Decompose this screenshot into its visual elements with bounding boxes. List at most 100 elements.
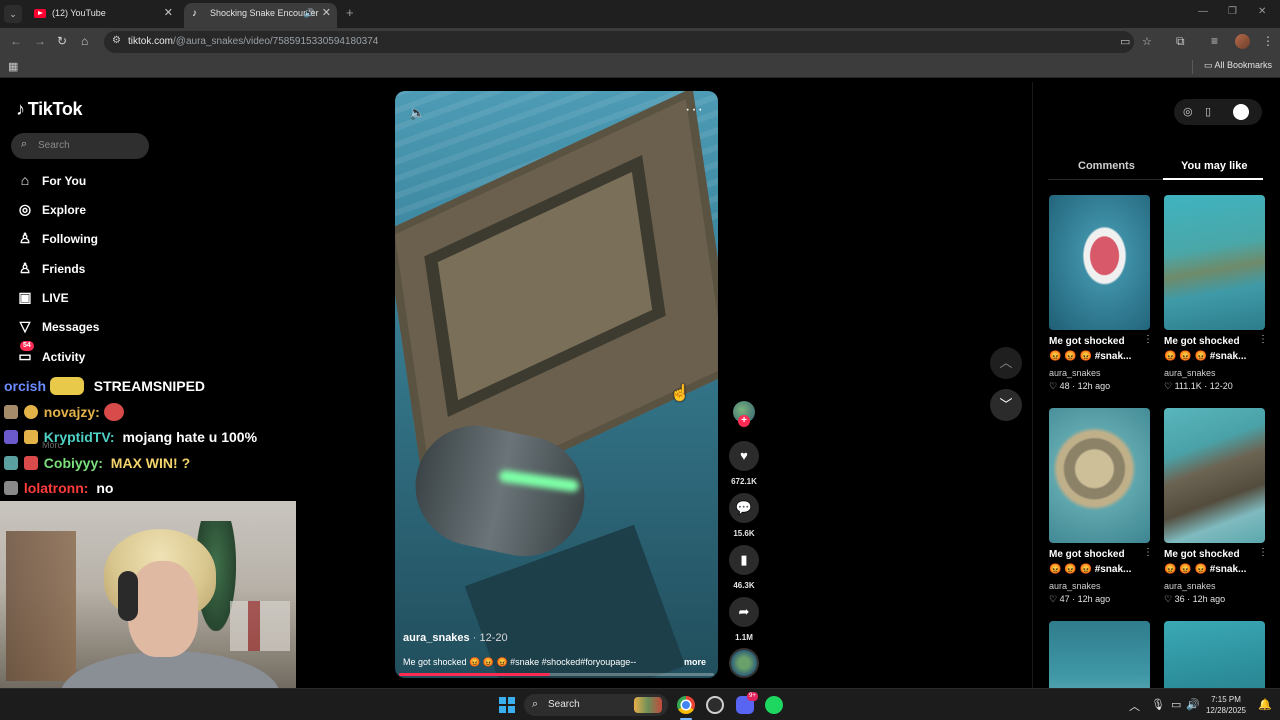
microphone-icon[interactable]: 🎙 — [1151, 698, 1165, 711]
taskbar-search-label: Search — [548, 699, 580, 710]
music-disc-icon[interactable] — [729, 648, 759, 678]
windows-start-icon[interactable] — [499, 697, 515, 713]
follow-plus-icon[interactable]: + — [738, 415, 750, 427]
reload-icon[interactable]: ↻ — [57, 34, 67, 48]
chevron-up-icon[interactable]: ︿ — [1129, 698, 1140, 714]
user-badge-icon — [23, 430, 38, 444]
webcam-streamer-face — [128, 561, 198, 657]
video-progress-bar[interactable] — [399, 673, 714, 676]
following-icon: ♙ — [18, 230, 32, 246]
card-more-icon[interactable]: ⋮ — [1258, 334, 1268, 345]
bookmark-star-icon[interactable]: ☆ — [1142, 35, 1152, 48]
system-clock[interactable]: 7:15 PM 12/28/2025 — [1200, 694, 1252, 716]
nav-item-following[interactable]: ♙ Following — [16, 229, 176, 249]
user-badge-icon — [4, 405, 18, 419]
live-icon: ▣ — [18, 289, 32, 305]
active-tab-indicator — [1163, 178, 1263, 180]
chat-message: novajzy: — [4, 403, 130, 425]
tab-comments[interactable]: Comments — [1078, 160, 1135, 172]
chat-username: orcish — [4, 378, 47, 394]
next-video-button[interactable]: ﹀ — [990, 389, 1022, 421]
video-thumbnail — [1049, 195, 1150, 330]
theme-toggle[interactable] — [1233, 104, 1249, 120]
card-more-icon[interactable]: ⋮ — [1143, 547, 1153, 558]
browser-tab-strip: ⌄ (12) YouTube ✕ ♪ Shocking Snake Encoun… — [0, 0, 1280, 28]
notification-bell-icon[interactable]: 🔔 — [1258, 698, 1272, 711]
save-button[interactable]: ▮ — [729, 545, 759, 575]
volume-icon[interactable]: 🔈 — [409, 105, 425, 121]
minimize-icon[interactable]: — — [1198, 6, 1208, 17]
all-bookmarks-button[interactable]: ▭ All Bookmarks — [1204, 60, 1272, 71]
card-author: aura_snakes — [1049, 581, 1101, 591]
video-thumbnail — [1164, 621, 1265, 688]
phone-icon[interactable]: ▯ — [1205, 105, 1211, 118]
share-count: 1.1M — [735, 633, 753, 642]
close-window-icon[interactable]: ✕ — [1258, 6, 1266, 17]
cast-icon[interactable]: ▭ — [1120, 35, 1130, 48]
profile-avatar[interactable] — [1235, 34, 1250, 49]
more-options-icon[interactable]: ··· — [685, 101, 704, 119]
nav-item-live[interactable]: ▣ LIVE — [16, 288, 176, 308]
network-icon[interactable]: ▭ — [1171, 698, 1181, 711]
suggested-video-card[interactable] — [1049, 621, 1151, 688]
tab-search-chevron-icon[interactable]: ⌄ — [4, 5, 22, 23]
heart-outline-icon: ♡ — [1049, 381, 1060, 391]
suggested-video-card[interactable] — [1164, 621, 1266, 688]
compass-icon[interactable]: ◎ — [1183, 105, 1193, 118]
volume-icon[interactable]: 🔊 — [1186, 698, 1200, 711]
previous-video-button[interactable]: ︿ — [990, 347, 1022, 379]
heart-icon: ♥ — [740, 448, 748, 463]
author-avatar[interactable]: + — [733, 401, 755, 427]
nav-item-for-you[interactable]: ⌂ For You — [16, 171, 176, 191]
extensions-icon[interactable]: ⧉ — [1176, 34, 1185, 49]
maximize-icon[interactable]: ❐ — [1228, 6, 1237, 17]
kebab-menu-icon[interactable]: ⋮ — [1262, 34, 1274, 48]
apps-grid-icon[interactable]: ▦ — [8, 60, 18, 73]
share-button[interactable]: ➦ — [729, 597, 759, 627]
video-author[interactable]: aura_snakes · 12-20 — [403, 632, 508, 644]
new-tab-icon[interactable]: + — [346, 5, 354, 20]
card-more-icon[interactable]: ⋮ — [1143, 334, 1153, 345]
close-tab-icon[interactable]: ✕ — [322, 3, 331, 24]
webcam-headset — [118, 571, 138, 621]
nav-item-friends[interactable]: ♙ Friends — [16, 259, 176, 279]
home-icon: ⌂ — [20, 172, 30, 188]
panel-divider — [1032, 82, 1033, 688]
like-button[interactable]: ♥ — [729, 441, 759, 471]
tab-you-may-like[interactable]: You may like — [1181, 160, 1247, 172]
obs-icon[interactable] — [706, 696, 724, 714]
home-icon[interactable]: ⌂ — [81, 34, 88, 48]
card-title: Me got shocked — [1049, 336, 1125, 347]
compass-icon: ◎ — [18, 201, 32, 217]
tiktok-logo[interactable]: ♪ TikTok — [16, 99, 83, 120]
nav-item-activity[interactable]: ▭ 54 Activity — [16, 341, 176, 367]
card-title: Me got shocked — [1049, 549, 1125, 560]
nav-item-explore[interactable]: ◎ Explore — [16, 200, 176, 220]
forward-icon[interactable]: → — [34, 34, 46, 48]
card-author: aura_snakes — [1164, 368, 1216, 378]
comment-button[interactable]: 💬 — [729, 493, 759, 523]
caption-more-link[interactable]: more — [684, 657, 706, 667]
spotify-icon[interactable] — [765, 696, 783, 714]
close-tab-icon[interactable]: ✕ — [164, 3, 173, 24]
tab-audio-icon[interactable]: 🔊 — [304, 3, 315, 24]
search-input[interactable]: ⌕ Search — [11, 133, 149, 159]
card-more-icon[interactable]: ⋮ — [1258, 547, 1268, 558]
media-control-icon[interactable]: ≡ — [1211, 34, 1218, 48]
card-stats: ♡ 47 · 12h ago — [1049, 594, 1111, 604]
back-icon[interactable]: ← — [10, 34, 22, 48]
chrome-icon[interactable] — [677, 696, 695, 714]
card-author: aura_snakes — [1164, 581, 1216, 591]
address-bar[interactable]: ⚙ tiktok.com/@aura_snakes/video/75859153… — [104, 31, 1152, 53]
browser-tab-youtube[interactable]: (12) YouTube ✕ — [26, 3, 179, 28]
bookmarks-bar: ▦ ▭ All Bookmarks — [0, 56, 1280, 78]
card-subtitle: 😡 😡 😡 #snak... — [1049, 564, 1132, 575]
heart-outline-icon: ♡ — [1164, 594, 1175, 604]
site-info-icon[interactable]: ⚙ — [112, 35, 121, 46]
chevron-up-icon: ︿ — [999, 355, 1013, 370]
bookmark-separator — [1192, 60, 1193, 74]
taskbar-search[interactable]: ⌕ Search — [524, 694, 668, 716]
browser-tab-tiktok[interactable]: ♪ Shocking Snake Encounter 🔊 ✕ — [184, 3, 337, 28]
mouse-cursor-icon: ☝ — [670, 385, 690, 402]
nav-item-messages[interactable]: ▽ Messages — [16, 317, 176, 337]
